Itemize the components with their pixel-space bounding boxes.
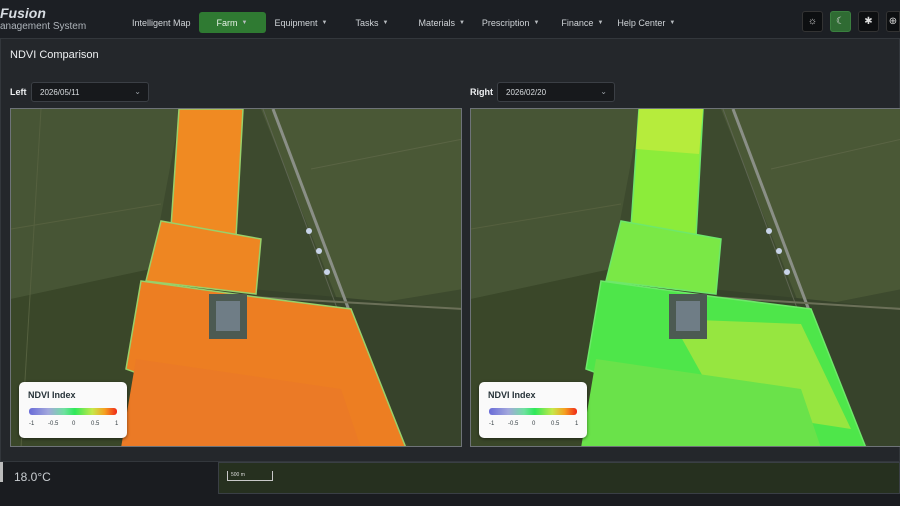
nav-farm[interactable]: Farm ▼ [198, 12, 266, 33]
chevron-down-icon: ⌄ [134, 87, 141, 96]
caret-down-icon: ▼ [669, 19, 676, 26]
legend-tick: -1 [29, 421, 35, 427]
weather-card-edge [0, 460, 3, 482]
nav-equipment[interactable]: Equipment ▼ [266, 12, 336, 33]
legend-tick: -1 [489, 421, 495, 427]
chevron-down-icon: ⌄ [600, 87, 607, 96]
legend-title: NDVI Index [488, 390, 536, 400]
nav-help-center[interactable]: Help Center ▼ [611, 12, 683, 33]
legend-tick: -0.5 [48, 421, 59, 427]
top-navigation-bar: Fusion anagement System Intelligent Map … [0, 0, 900, 42]
left-date-value: 2026/05/11 [40, 88, 80, 97]
nav-tasks[interactable]: Tasks ▼ [335, 12, 396, 33]
ndvi-legend: NDVI Index -1 -0.5 0 0.5 1 [479, 382, 587, 438]
legend-tick: -0.5 [508, 421, 519, 427]
ndvi-color-scale [29, 408, 117, 415]
right-date-select[interactable]: 2026/02/20 ⌄ [497, 82, 615, 102]
caret-down-icon: ▼ [382, 19, 389, 26]
caret-down-icon: ▼ [597, 19, 604, 26]
legend-tick: 1 [115, 421, 119, 427]
nav-label: Equipment [274, 17, 318, 28]
nav-prescription[interactable]: Prescription ▼ [473, 12, 547, 33]
scale-bar: 500 m [227, 471, 273, 481]
ndvi-color-scale [489, 408, 577, 415]
legend-tick: 1 [575, 421, 579, 427]
left-date-select[interactable]: 2026/05/11 ⌄ [31, 82, 149, 102]
brand-subtitle: anagement System [0, 21, 87, 32]
background-map[interactable]: 500 m [218, 462, 900, 494]
moon-icon[interactable]: ☾ [830, 11, 851, 32]
nav-label: Tasks [355, 17, 379, 28]
legend-title: NDVI Index [28, 390, 76, 400]
nav-label: Prescription [481, 17, 530, 28]
right-ndvi-map[interactable]: NDVI Index -1 -0.5 0 0.5 1 [470, 108, 900, 447]
ndvi-comparison-modal: NDVI Comparison Left 2026/05/11 ⌄ Right … [0, 38, 900, 462]
nav-label: Farm [216, 17, 238, 28]
legend-tick: 0.5 [91, 421, 100, 427]
brand-logo[interactable]: Fusion anagement System [0, 6, 86, 34]
left-label: Left [10, 87, 27, 97]
nav-materials[interactable]: Materials ▼ [396, 12, 472, 33]
legend-tick: 0 [532, 421, 536, 427]
brand-name: Fusion [0, 5, 46, 21]
nav-label: Intelligent Map [132, 17, 191, 28]
caret-down-icon: ▼ [241, 19, 248, 26]
caret-down-icon: ▼ [321, 19, 328, 26]
legend-tick: 0.5 [551, 421, 560, 427]
nav-label: Materials [418, 17, 455, 28]
modal-title: NDVI Comparison [10, 49, 99, 61]
toolbar-icons: ☼ ☾ ✱ ⊕ [802, 11, 900, 32]
nav-label: Finance [561, 17, 594, 28]
legend-tick: 0 [72, 421, 76, 427]
globe-icon[interactable]: ⊕ [886, 11, 900, 32]
nav-label: Help Center [617, 17, 666, 28]
caret-down-icon: ▼ [533, 19, 540, 26]
caret-down-icon: ▼ [458, 19, 465, 26]
main-menu: Intelligent Map Farm ▼ Equipment ▼ Tasks ▼ … [124, 12, 683, 33]
sun-icon[interactable]: ☼ [802, 11, 823, 32]
ndvi-legend: NDVI Index -1 -0.5 0 0.5 1 [19, 382, 127, 438]
nav-finance[interactable]: Finance ▼ [547, 12, 611, 33]
right-label: Right [470, 87, 493, 97]
left-ndvi-map[interactable]: NDVI Index -1 -0.5 0 0.5 1 [10, 108, 462, 447]
bug-icon[interactable]: ✱ [858, 11, 879, 32]
temperature-value: 18.0°C [14, 470, 51, 484]
right-date-value: 2026/02/20 [506, 88, 547, 97]
nav-intelligent-map[interactable]: Intelligent Map [124, 12, 199, 33]
